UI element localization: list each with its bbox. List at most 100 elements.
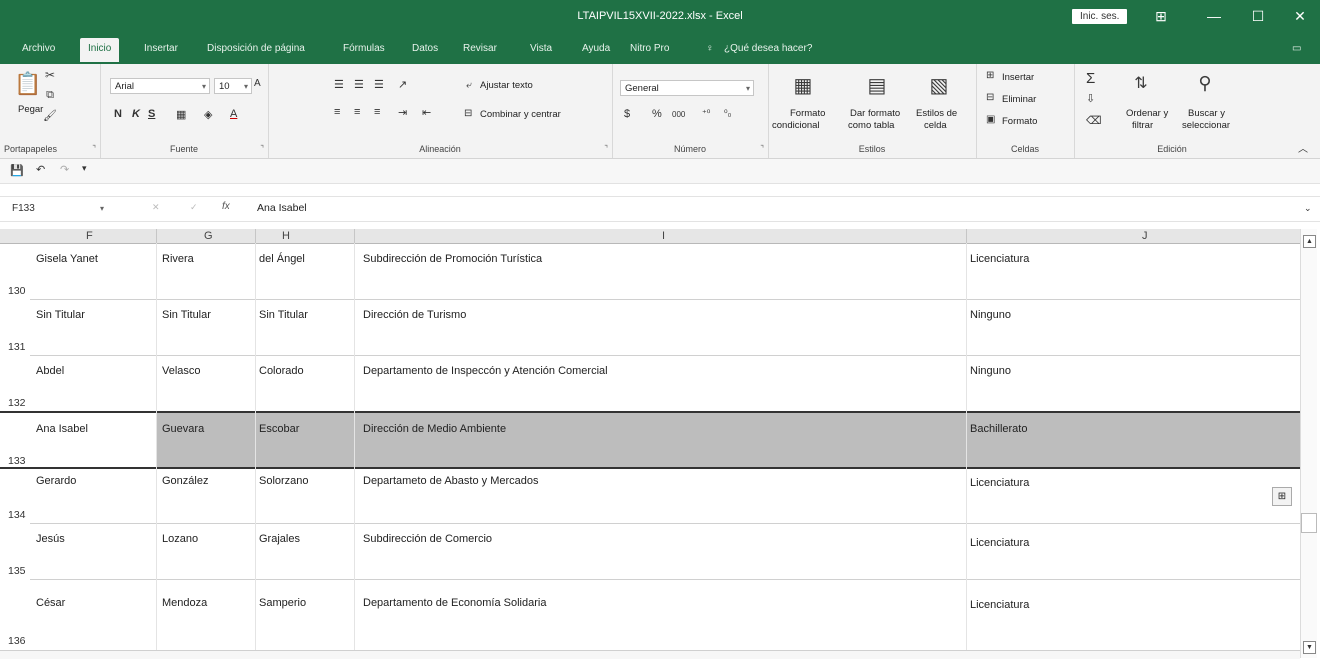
cell-g[interactable]: Sin Titular xyxy=(162,309,211,321)
redo-icon[interactable]: ↷ xyxy=(60,163,69,176)
grow-font-icon[interactable]: A xyxy=(254,78,261,89)
row-number[interactable]: 132 xyxy=(8,397,26,409)
enter-icon[interactable]: ✓ xyxy=(190,202,198,213)
font-size-select[interactable]: 10 ▾ xyxy=(214,78,252,94)
cell-i[interactable]: Dirección de Turismo xyxy=(363,309,466,321)
cell-styles-label-1[interactable]: Estilos de xyxy=(916,108,957,119)
underline-button[interactable]: S xyxy=(148,108,155,120)
sort-filter-label-1[interactable]: Ordenar y xyxy=(1126,108,1168,119)
tab-vista[interactable]: Vista xyxy=(530,43,552,54)
name-box[interactable]: F133 ▾ xyxy=(12,201,116,217)
orientation-icon[interactable]: ↗ xyxy=(398,78,407,91)
undo-icon[interactable]: ↶ xyxy=(36,163,45,176)
clipboard-launcher-icon[interactable]: ⌝ xyxy=(92,144,96,153)
cell-j[interactable]: Bachillerato xyxy=(970,423,1027,435)
find-select-label-2[interactable]: seleccionar xyxy=(1182,120,1230,131)
cell-f[interactable]: Jesús xyxy=(36,533,65,545)
cell-styles-icon[interactable]: ▧ xyxy=(926,72,952,98)
align-right-icon[interactable]: ≡ xyxy=(374,106,380,118)
cell-h[interactable]: Grajales xyxy=(259,533,300,545)
number-launcher-icon[interactable]: ⌝ xyxy=(760,144,764,153)
merge-center-button[interactable]: Combinar y centrar xyxy=(480,109,561,120)
cell-g[interactable]: Guevara xyxy=(162,423,204,435)
cell-g[interactable]: González xyxy=(162,475,208,487)
tell-me-search[interactable]: ¿Qué desea hacer? xyxy=(724,43,812,54)
cell-i[interactable]: Dirección de Medio Ambiente xyxy=(363,423,506,435)
italic-button[interactable]: K xyxy=(132,108,140,120)
cell-j[interactable]: Ninguno xyxy=(970,365,1011,377)
number-format-select[interactable]: General ▾ xyxy=(620,80,754,96)
quick-analysis-icon[interactable]: ⊞ xyxy=(1272,487,1292,506)
cell-h[interactable]: del Ángel xyxy=(259,253,305,265)
tab-ayuda[interactable]: Ayuda xyxy=(582,43,610,54)
align-bottom-icon[interactable]: ☰ xyxy=(374,78,384,91)
close-icon[interactable]: ✕ xyxy=(1284,6,1316,26)
cell-h[interactable]: Sin Titular xyxy=(259,309,308,321)
cell-j[interactable]: Licenciatura xyxy=(970,253,1029,265)
tab-formulas[interactable]: Fórmulas xyxy=(343,43,385,54)
cancel-icon[interactable]: ✕ xyxy=(152,202,160,213)
column-header-g[interactable]: G xyxy=(204,230,213,242)
expand-formula-bar-icon[interactable]: ⌄ xyxy=(1304,203,1312,214)
column-header-j[interactable]: J xyxy=(1142,230,1148,242)
row-number[interactable]: 135 xyxy=(8,565,26,577)
column-header-i[interactable]: I xyxy=(662,230,665,242)
tab-nitro-pro[interactable]: Nitro Pro xyxy=(630,43,669,54)
sign-in-button[interactable]: Inic. ses. xyxy=(1072,9,1128,24)
cell-i[interactable]: Subdirección de Comercio xyxy=(363,533,492,545)
conditional-format-label-1[interactable]: Formato xyxy=(790,108,825,119)
find-select-label-1[interactable]: Buscar y xyxy=(1188,108,1225,119)
wrap-text-button[interactable]: Ajustar texto xyxy=(480,80,533,91)
fill-color-icon[interactable]: ◈ xyxy=(204,108,212,121)
align-left-icon[interactable]: ≡ xyxy=(334,106,340,118)
vertical-scrollbar[interactable]: ▲ ▼ xyxy=(1300,229,1317,658)
column-header-h[interactable]: H xyxy=(282,230,290,242)
row-number[interactable]: 136 xyxy=(8,635,26,647)
cell-f-active[interactable]: Ana Isabel xyxy=(36,423,88,435)
column-separator[interactable] xyxy=(156,229,157,243)
scroll-thumb[interactable] xyxy=(1301,513,1317,533)
insert-cells-button[interactable]: Insertar xyxy=(1002,72,1034,83)
column-separator[interactable] xyxy=(255,229,256,243)
cell-f[interactable]: César xyxy=(36,597,65,609)
decrease-decimal-icon[interactable]: ⁰₀ xyxy=(724,108,731,119)
autosum-icon[interactable]: Σ xyxy=(1086,70,1095,87)
insert-function-icon[interactable]: fx xyxy=(222,201,230,212)
cell-g[interactable]: Mendoza xyxy=(162,597,207,609)
cell-g[interactable]: Velasco xyxy=(162,365,201,377)
cell-h[interactable]: Escobar xyxy=(259,423,299,435)
scroll-down-icon[interactable]: ▼ xyxy=(1303,641,1316,654)
save-icon[interactable]: 💾 xyxy=(10,164,24,177)
conditional-format-icon[interactable]: ▦ xyxy=(790,72,816,98)
cell-g[interactable]: Lozano xyxy=(162,533,198,545)
row-number[interactable]: 131 xyxy=(8,341,26,353)
search-icon[interactable]: ⚲ xyxy=(1192,70,1218,96)
delete-cells-button[interactable]: Eliminar xyxy=(1002,94,1036,105)
row-number[interactable]: 134 xyxy=(8,509,26,521)
clear-icon[interactable]: ⌫ xyxy=(1086,114,1102,127)
cell-j[interactable]: Licenciatura xyxy=(970,477,1029,489)
cell-i[interactable]: Departamento de Inspeccón y Atención Com… xyxy=(363,365,608,377)
column-separator[interactable] xyxy=(966,229,967,243)
tab-inicio[interactable]: Inicio xyxy=(80,38,120,62)
paste-icon[interactable]: 📋 xyxy=(14,70,42,98)
tab-revisar[interactable]: Revisar xyxy=(463,43,497,54)
cut-icon[interactable]: ✂ xyxy=(42,68,58,82)
row-number[interactable]: 130 xyxy=(8,285,26,297)
font-name-select[interactable]: Arial ▾ xyxy=(110,78,210,94)
sort-filter-label-2[interactable]: filtrar xyxy=(1132,120,1153,131)
tab-datos[interactable]: Datos xyxy=(412,43,438,54)
format-painter-icon[interactable]: 🖌 xyxy=(42,108,58,122)
row-number[interactable]: 133 xyxy=(8,455,26,467)
tab-disposicion[interactable]: Disposición de página xyxy=(207,43,305,54)
font-launcher-icon[interactable]: ⌝ xyxy=(260,144,264,153)
column-header-f[interactable]: F xyxy=(86,230,93,242)
fill-icon[interactable]: ⇩ xyxy=(1086,92,1095,105)
cell-i[interactable]: Subdirección de Promoción Turística xyxy=(363,253,542,265)
copy-icon[interactable]: ⧉ xyxy=(42,88,58,102)
scroll-up-icon[interactable]: ▲ xyxy=(1303,235,1316,248)
cell-j[interactable]: Licenciatura xyxy=(970,537,1029,549)
align-middle-icon[interactable]: ☰ xyxy=(354,78,364,91)
cell-f[interactable]: Sin Titular xyxy=(36,309,85,321)
paste-label[interactable]: Pegar xyxy=(18,104,43,115)
